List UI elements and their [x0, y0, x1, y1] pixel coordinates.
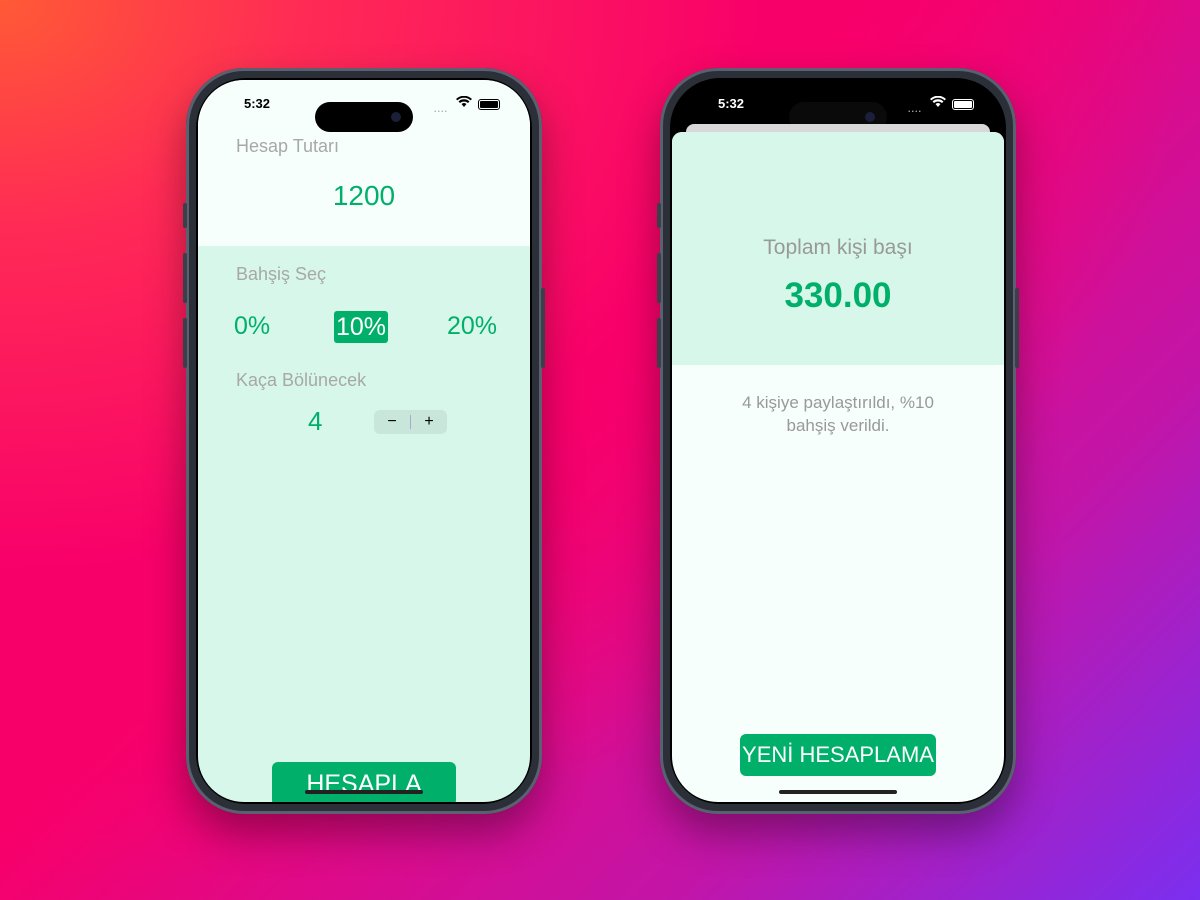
wifi-icon — [456, 95, 472, 111]
signal-icon: .... — [908, 104, 923, 114]
split-value: 4 — [308, 406, 323, 436]
wifi-icon — [930, 95, 946, 111]
tip-option-0[interactable]: 0% — [234, 312, 270, 341]
signal-icon: .... — [434, 104, 449, 114]
total-label: Toplam kişi başı — [763, 236, 913, 259]
tip-option-10[interactable]: 10% — [334, 311, 389, 343]
recalculate-button[interactable]: YENİ HESAPLAMA — [740, 734, 936, 776]
decrement-button[interactable]: − — [374, 413, 410, 431]
summary-text: 4 kişiye paylaştırıldı, %10 bahşiş veril… — [742, 393, 934, 435]
total-value: 330.00 — [784, 276, 892, 315]
tip-label: Bahşiş Seç — [236, 264, 327, 284]
battery-icon — [952, 99, 974, 110]
bill-label: Hesap Tutarı — [236, 136, 340, 156]
status-time: 5:32 — [244, 96, 271, 111]
status-bar: 5:32 .... — [672, 94, 1004, 132]
calculate-button[interactable]: HESAPLA — [272, 762, 456, 802]
increment-button[interactable]: + — [411, 413, 447, 431]
battery-icon — [478, 99, 500, 110]
status-time: 5:32 — [718, 96, 745, 111]
home-indicator — [305, 790, 423, 794]
status-bar: 5:32 .... — [198, 94, 530, 132]
home-indicator — [779, 790, 897, 794]
tip-option-20[interactable]: 20% — [447, 312, 497, 341]
phone-calculator: 5:32 .... Hesap Tutarı 1200 Bahşiş Seç 0… — [183, 68, 545, 814]
phone-result: 5:32 .... Toplam kişi başı 330.00 4 kişi… — [657, 68, 1019, 814]
bill-amount-input[interactable]: 1200 — [198, 180, 530, 212]
split-stepper: − + — [374, 410, 447, 434]
split-label: Kaça Bölünecek — [236, 370, 367, 390]
total-section: Toplam kişi başı 330.00 — [672, 132, 1004, 365]
dynamic-island — [315, 102, 413, 132]
result-sheet: Toplam kişi başı 330.00 4 kişiye paylaşt… — [672, 132, 1004, 802]
